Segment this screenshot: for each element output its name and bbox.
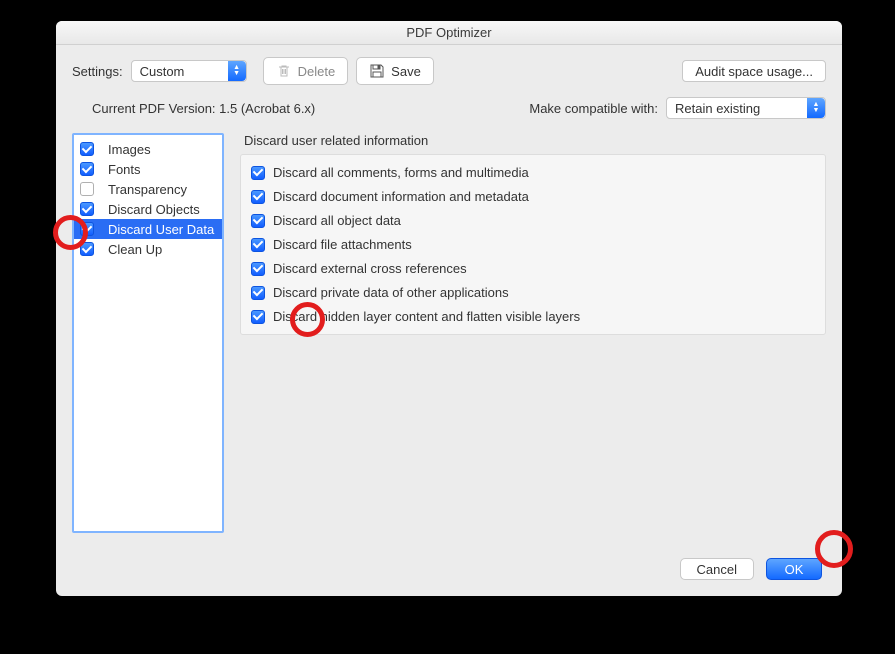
updown-arrows-icon: ▲▼ xyxy=(228,61,246,81)
delete-label: Delete xyxy=(298,64,336,79)
sidebar-item[interactable]: Images xyxy=(74,139,222,159)
sidebar-item[interactable]: Transparency xyxy=(74,179,222,199)
option-label: Discard document information and metadat… xyxy=(273,189,529,204)
category-checkbox[interactable] xyxy=(80,222,94,236)
audit-label: Audit space usage... xyxy=(695,64,813,79)
option-row: Discard hidden layer content and flatten… xyxy=(251,309,815,324)
option-label: Discard all object data xyxy=(273,213,401,228)
option-row: Discard document information and metadat… xyxy=(251,189,815,204)
category-checkbox[interactable] xyxy=(80,142,94,156)
dialog-footer: Cancel OK xyxy=(680,558,822,580)
option-label: Discard all comments, forms and multimed… xyxy=(273,165,529,180)
option-label: Discard private data of other applicatio… xyxy=(273,285,509,300)
option-checkbox[interactable] xyxy=(251,286,265,300)
sidebar-item-label: Transparency xyxy=(108,182,187,197)
ok-label: OK xyxy=(785,562,804,577)
option-checkbox[interactable] xyxy=(251,190,265,204)
ok-button[interactable]: OK xyxy=(766,558,822,580)
trash-icon xyxy=(276,63,292,79)
cancel-button[interactable]: Cancel xyxy=(680,558,754,580)
content-panel: Discard user related information Discard… xyxy=(240,133,826,533)
updown-arrows-icon: ▲▼ xyxy=(807,98,825,118)
main-area: Images Fonts Transparency Discard Objects Di… xyxy=(56,133,842,533)
option-row: Discard file attachments xyxy=(251,237,815,252)
window-title: PDF Optimizer xyxy=(406,25,491,40)
pdf-optimizer-window: PDF Optimizer Settings: Custom ▲▼ Delete… xyxy=(56,21,842,596)
option-row: Discard external cross references xyxy=(251,261,815,276)
option-row: Discard private data of other applicatio… xyxy=(251,285,815,300)
sidebar-item-label: Discard User Data xyxy=(108,222,214,237)
option-label: Discard hidden layer content and flatten… xyxy=(273,309,580,324)
settings-select[interactable]: Custom ▲▼ xyxy=(131,60,247,82)
sidebar-item-label: Discard Objects xyxy=(108,202,200,217)
option-row: Discard all comments, forms and multimed… xyxy=(251,165,815,180)
sidebar-item[interactable]: Fonts xyxy=(74,159,222,179)
option-checkbox[interactable] xyxy=(251,166,265,180)
save-label: Save xyxy=(391,64,421,79)
option-row: Discard all object data xyxy=(251,213,815,228)
sidebar-item[interactable]: Discard Objects xyxy=(74,199,222,219)
current-pdf-version-label: Current PDF Version: 1.5 (Acrobat 6.x) xyxy=(92,101,315,116)
option-checkbox[interactable] xyxy=(251,310,265,324)
save-button[interactable]: Save xyxy=(356,57,434,85)
sidebar-item[interactable]: Discard User Data xyxy=(74,219,222,239)
category-sidebar: Images Fonts Transparency Discard Objects Di… xyxy=(72,133,224,533)
option-checkbox[interactable] xyxy=(251,214,265,228)
option-label: Discard file attachments xyxy=(273,237,412,252)
cancel-label: Cancel xyxy=(697,562,737,577)
settings-label: Settings: xyxy=(72,64,123,79)
window-titlebar: PDF Optimizer xyxy=(56,21,842,45)
sidebar-item-label: Fonts xyxy=(108,162,141,177)
sidebar-item[interactable]: Clean Up xyxy=(74,239,222,259)
panel-title: Discard user related information xyxy=(240,133,826,148)
settings-select-value: Custom xyxy=(140,64,228,79)
compatibility-select-value: Retain existing xyxy=(675,101,807,116)
category-checkbox[interactable] xyxy=(80,202,94,216)
version-row: Current PDF Version: 1.5 (Acrobat 6.x) M… xyxy=(56,93,842,133)
sidebar-item-label: Images xyxy=(108,142,151,157)
compatibility-select[interactable]: Retain existing ▲▼ xyxy=(666,97,826,119)
audit-space-usage-button[interactable]: Audit space usage... xyxy=(682,60,826,82)
options-box: Discard all comments, forms and multimed… xyxy=(240,154,826,335)
toolbar: Settings: Custom ▲▼ Delete Save Audit sp… xyxy=(56,45,842,93)
sidebar-item-label: Clean Up xyxy=(108,242,162,257)
floppy-disk-icon xyxy=(369,63,385,79)
delete-button[interactable]: Delete xyxy=(263,57,349,85)
category-checkbox[interactable] xyxy=(80,182,94,196)
make-compatible-label: Make compatible with: xyxy=(529,101,658,116)
option-checkbox[interactable] xyxy=(251,262,265,276)
category-checkbox[interactable] xyxy=(80,162,94,176)
option-checkbox[interactable] xyxy=(251,238,265,252)
option-label: Discard external cross references xyxy=(273,261,467,276)
category-checkbox[interactable] xyxy=(80,242,94,256)
